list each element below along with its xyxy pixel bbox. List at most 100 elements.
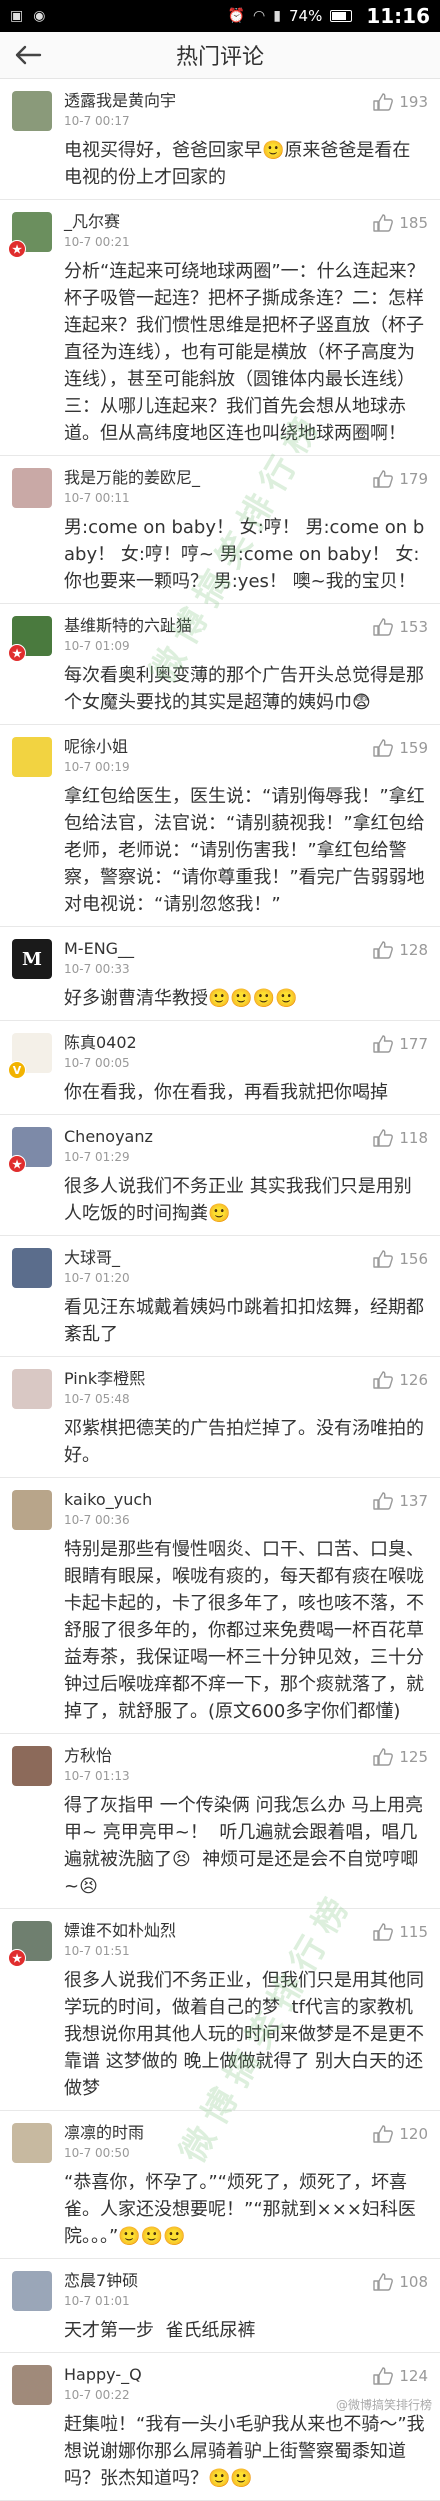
- like-button[interactable]: 126: [373, 1369, 428, 1389]
- comment-header: 恋晨7钟硕10-7 01:01108: [64, 2271, 428, 2309]
- avatar[interactable]: [12, 1746, 52, 1786]
- wifi-icon: ◠: [253, 8, 265, 24]
- like-count: 185: [399, 214, 428, 232]
- comment-item[interactable]: V陈真040210-7 00:05177你在看我，你在看我，再看我就把你喝掉: [0, 1021, 440, 1115]
- like-button[interactable]: 159: [373, 737, 428, 757]
- comment-item[interactable]: ★嫖谁不如朴灿烈10-7 01:51115很多人说我们不务正业，但我们只是用其他…: [0, 1909, 440, 2111]
- comment-item[interactable]: Pink李橙熙10-7 05:48126邓紫棋把德芙的广告拍烂掉了。没有汤唯拍的…: [0, 1357, 440, 1478]
- status-right-icons: ⏰ ◠ ▮ 74% 11:16: [228, 4, 430, 28]
- comment-item[interactable]: 凛凛的时雨10-7 00:50120“恭喜你，怀孕了。”“烦死了，烦死了，坏喜雀…: [0, 2111, 440, 2259]
- like-button[interactable]: 125: [373, 1746, 428, 1766]
- comment-item[interactable]: 方秋怡10-7 01:13125得了灰指甲 一个传染俩 问我怎么办 马上用亮甲~…: [0, 1734, 440, 1909]
- user-name[interactable]: 嫖谁不如朴灿烈: [64, 1921, 373, 1941]
- member-badge-icon: ★: [8, 240, 26, 258]
- comment-user: Happy-_Q10-7 00:22: [64, 2365, 373, 2403]
- avatar[interactable]: [12, 737, 52, 777]
- user-name[interactable]: 我是万能的姜欧尼_: [64, 468, 373, 488]
- like-button[interactable]: 115: [373, 1921, 428, 1941]
- photo-icon: ▣: [10, 8, 23, 24]
- avatar[interactable]: [12, 1369, 52, 1409]
- comment-time: 10-7 01:29: [64, 1149, 373, 1165]
- user-name[interactable]: 呢徐小姐: [64, 737, 373, 757]
- comment-text: 天才第一步 雀氏纸尿裤: [64, 2317, 428, 2352]
- like-count: 137: [399, 1492, 428, 1510]
- thumbs-up-icon: [373, 618, 393, 636]
- comment-text: 每次看奥利奥变薄的那个广告开头总觉得是那个女魔头要找的其实是超薄的姨妈巾😨: [64, 662, 428, 724]
- user-name[interactable]: 陈真0402: [64, 1033, 373, 1053]
- like-button[interactable]: 118: [373, 1127, 428, 1147]
- avatar[interactable]: [12, 2365, 52, 2405]
- avatar[interactable]: [12, 468, 52, 508]
- avatar[interactable]: M: [12, 939, 52, 979]
- comment-item[interactable]: 我是万能的姜欧尼_10-7 00:11179男:come on baby！ 女:…: [0, 456, 440, 604]
- user-name[interactable]: Chenoyanz: [64, 1127, 373, 1147]
- like-button[interactable]: 177: [373, 1033, 428, 1053]
- status-left-icons: ▣ ◉: [10, 8, 228, 24]
- like-button[interactable]: 193: [373, 91, 428, 111]
- avatar[interactable]: ★: [12, 1127, 52, 1167]
- like-count: 118: [399, 1129, 428, 1147]
- like-button[interactable]: 185: [373, 212, 428, 232]
- back-button[interactable]: [0, 32, 56, 78]
- thumbs-up-icon: [373, 1923, 393, 1941]
- user-name[interactable]: 凛凛的时雨: [64, 2123, 373, 2143]
- comment-item[interactable]: ★Chenoyanz10-7 01:29118很多人说我们不务正业 其实我我们只…: [0, 1115, 440, 1236]
- comment-user: M-ENG__ 10-7 00:33: [64, 939, 373, 977]
- comment-item[interactable]: Happy-_Q10-7 00:22124赶集啦！“我有一头小毛驴我从来也不骑～…: [0, 2353, 440, 2501]
- like-button[interactable]: 120: [373, 2123, 428, 2143]
- wechat-icon: ◉: [33, 8, 45, 24]
- avatar[interactable]: [12, 2271, 52, 2311]
- footer-watermark: @微博搞笑排行榜: [336, 2396, 432, 2413]
- comment-item[interactable]: 透露我是黄向宇10-7 00:17193电视买得好，爸爸回家早🙂原来爸爸是看在电…: [0, 79, 440, 200]
- comment-item[interactable]: ★_凡尔赛10-7 00:21185分析“连起来可绕地球两圈”一：什么连起来？杯…: [0, 200, 440, 456]
- user-name[interactable]: 透露我是黄向宇: [64, 91, 373, 111]
- like-count: 159: [399, 739, 428, 757]
- nav-bar: 热门评论: [0, 32, 440, 79]
- user-name[interactable]: kaiko_yuch: [64, 1490, 373, 1510]
- avatar[interactable]: ★: [12, 616, 52, 656]
- comment-list: 透露我是黄向宇10-7 00:17193电视买得好，爸爸回家早🙂原来爸爸是看在电…: [0, 79, 440, 2501]
- avatar[interactable]: ★: [12, 212, 52, 252]
- avatar[interactable]: V: [12, 1033, 52, 1073]
- comment-text: 得了灰指甲 一个传染俩 问我怎么办 马上用亮甲~ 亮甲亮甲~！ 听几遍就会跟着唱…: [64, 1792, 428, 1908]
- comment-item[interactable]: kaiko_yuch10-7 00:36137特别是那些有慢性咽炎、口干、口苦、…: [0, 1478, 440, 1734]
- like-button[interactable]: 108: [373, 2271, 428, 2291]
- comment-item[interactable]: 恋晨7钟硕10-7 01:01108 天才第一步 雀氏纸尿裤: [0, 2259, 440, 2353]
- user-name[interactable]: Happy-_Q: [64, 2365, 373, 2385]
- user-name[interactable]: Pink李橙熙: [64, 1369, 373, 1389]
- user-name[interactable]: 方秋怡: [64, 1746, 373, 1766]
- avatar[interactable]: [12, 2123, 52, 2163]
- user-name[interactable]: M-ENG__: [64, 939, 373, 959]
- avatar[interactable]: ★: [12, 1921, 52, 1961]
- comment-item[interactable]: 呢徐小姐10-7 00:19159 拿红包给医生，医生说：“请别侮辱我！”拿红包给…: [0, 725, 440, 927]
- comment-text: 男:come on baby！ 女:哼！ 男:come on baby！ 女:哼…: [64, 514, 428, 603]
- like-button[interactable]: 179: [373, 468, 428, 488]
- comment-text: 拿红包给医生，医生说：“请别侮辱我！”拿红包给法官，法官说：“请别藐视我！”拿红…: [64, 783, 428, 926]
- like-button[interactable]: 153: [373, 616, 428, 636]
- user-name[interactable]: 基维斯特的六趾猫: [64, 616, 373, 636]
- thumbs-up-icon: [373, 214, 393, 232]
- comment-body: 方秋怡10-7 01:13125得了灰指甲 一个传染俩 问我怎么办 马上用亮甲~…: [64, 1746, 428, 1908]
- user-name[interactable]: 恋晨7钟硕: [64, 2271, 373, 2291]
- comment-header: 大球哥_10-7 01:20156: [64, 1248, 428, 1286]
- like-button[interactable]: 124: [373, 2365, 428, 2385]
- comment-user: Chenoyanz 10-7 01:29: [64, 1127, 373, 1165]
- like-button[interactable]: 128: [373, 939, 428, 959]
- back-arrow-icon: [14, 45, 42, 65]
- user-name[interactable]: _凡尔赛: [64, 212, 373, 232]
- signal-icon: ▮: [273, 8, 281, 24]
- comment-header: 基维斯特的六趾猫 10-7 01:09153: [64, 616, 428, 654]
- comment-item[interactable]: 大球哥_10-7 01:20156看见汪东城戴着姨妈巾跳着扣扣炫舞，经期都紊乱了: [0, 1236, 440, 1357]
- avatar[interactable]: [12, 1248, 52, 1288]
- avatar[interactable]: [12, 91, 52, 131]
- avatar[interactable]: [12, 1490, 52, 1530]
- like-button[interactable]: 156: [373, 1248, 428, 1268]
- comment-time: 10-7 00:33: [64, 961, 373, 977]
- comment-item[interactable]: ★ 基维斯特的六趾猫 10-7 01:09153 每次看奥利奥变薄的那个广告开头总觉得…: [0, 604, 440, 725]
- comment-time: 10-7 01:09: [64, 638, 373, 654]
- comment-header: 呢徐小姐10-7 00:19159: [64, 737, 428, 775]
- comment-item[interactable]: MM-ENG__10-7 00:33128好多谢曹清华教授🙂🙂🙂🙂: [0, 927, 440, 1021]
- like-button[interactable]: 137: [373, 1490, 428, 1510]
- user-name[interactable]: 大球哥_: [64, 1248, 373, 1268]
- comment-body: Pink李橙熙10-7 05:48126邓紫棋把德芙的广告拍烂掉了。没有汤唯拍的…: [64, 1369, 428, 1477]
